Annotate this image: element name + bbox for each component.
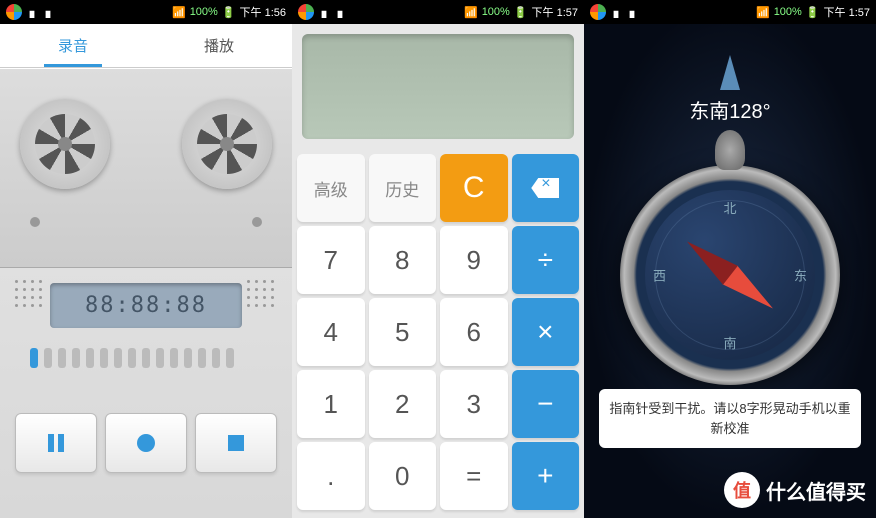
clock: 下午 1:57 — [532, 4, 578, 20]
key-2[interactable]: 2 — [369, 370, 437, 438]
key-0[interactable]: 0 — [369, 442, 437, 510]
stop-icon — [228, 435, 244, 451]
tape-guide — [252, 217, 262, 227]
signal-strength: 100% — [482, 6, 510, 18]
north-arrow-icon — [720, 45, 740, 90]
add-button[interactable]: + — [512, 442, 580, 510]
key-5[interactable]: 5 — [369, 298, 437, 366]
cardinal-south: 南 — [723, 333, 736, 352]
compass-crown — [715, 130, 745, 170]
heading-text: 东南128° — [689, 95, 770, 124]
app-icon — [6, 4, 22, 20]
cardinal-north: 北 — [723, 198, 736, 217]
pause-button[interactable] — [15, 413, 97, 473]
android-icon — [626, 6, 638, 18]
backspace-button[interactable] — [512, 154, 580, 222]
backspace-icon — [531, 178, 559, 198]
key-3[interactable]: 3 — [440, 370, 508, 438]
cardinal-east: 东 — [794, 266, 807, 285]
statusbar: 📶 100% 🔋 下午 1:57 — [292, 0, 584, 24]
compass-needle — [670, 225, 790, 326]
calc-display — [302, 34, 574, 139]
key-8[interactable]: 8 — [369, 226, 437, 294]
recorder-screen: 📶 100% 🔋 下午 1:56 录音 播放 88:88:88 — [0, 0, 292, 518]
controls — [0, 398, 292, 488]
battery-icon: 🔋 — [514, 6, 528, 19]
android-icon — [334, 6, 346, 18]
equals-button[interactable]: = — [440, 442, 508, 510]
watermark-badge: 值 — [724, 472, 760, 508]
record-icon — [137, 434, 155, 452]
tabs: 录音 播放 — [0, 24, 292, 68]
android-icon — [26, 6, 38, 18]
clock: 下午 1:57 — [824, 4, 870, 20]
android-icon — [42, 6, 54, 18]
battery-icon: 🔋 — [222, 6, 236, 19]
key-4[interactable]: 4 — [297, 298, 365, 366]
wifi-icon: 📶 — [464, 6, 478, 19]
calculator-screen: 📶 100% 🔋 下午 1:57 高级 历史 C 7 8 9 ÷ 4 5 6 × 1 … — [292, 0, 584, 518]
statusbar: 📶 100% 🔋 下午 1:57 — [584, 0, 876, 24]
signal-strength: 100% — [774, 6, 802, 18]
battery-icon: 🔋 — [806, 6, 820, 19]
wifi-icon: 📶 — [756, 6, 770, 19]
reel-left — [20, 99, 110, 189]
reel-right — [182, 99, 272, 189]
tab-play[interactable]: 播放 — [146, 24, 292, 67]
advanced-button[interactable]: 高级 — [297, 154, 365, 222]
timer-display: 88:88:88 — [50, 283, 242, 328]
key-9[interactable]: 9 — [440, 226, 508, 294]
android-icon — [318, 6, 330, 18]
calibration-alert: 指南针受到干扰。请以8字形晃动手机以重新校准 — [599, 389, 861, 448]
compass-dial: 北 南 东 西 — [620, 165, 840, 385]
level-meter — [30, 348, 262, 368]
wifi-icon: 📶 — [172, 6, 186, 19]
key-7[interactable]: 7 — [297, 226, 365, 294]
clear-button[interactable]: C — [440, 154, 508, 222]
speaker-grille — [247, 280, 277, 310]
app-icon — [590, 4, 606, 20]
android-icon — [610, 6, 622, 18]
watermark-text: 什么值得买 — [766, 476, 866, 505]
keypad: 高级 历史 C 7 8 9 ÷ 4 5 6 × 1 2 3 − . 0 = + — [292, 149, 584, 515]
record-button[interactable] — [105, 413, 187, 473]
history-button[interactable]: 历史 — [369, 154, 437, 222]
app-icon — [298, 4, 314, 20]
divide-button[interactable]: ÷ — [512, 226, 580, 294]
subtract-button[interactable]: − — [512, 370, 580, 438]
key-1[interactable]: 1 — [297, 370, 365, 438]
speaker-grille — [15, 280, 45, 310]
cardinal-west: 西 — [653, 266, 666, 285]
needle-north — [722, 265, 790, 325]
tape-guide — [30, 217, 40, 227]
multiply-button[interactable]: × — [512, 298, 580, 366]
signal-strength: 100% — [190, 6, 218, 18]
stop-button[interactable] — [195, 413, 277, 473]
clock: 下午 1:56 — [240, 4, 286, 20]
key-6[interactable]: 6 — [440, 298, 508, 366]
statusbar: 📶 100% 🔋 下午 1:56 — [0, 0, 292, 24]
needle-south — [670, 225, 738, 285]
compass-face: 北 南 东 西 — [645, 190, 815, 360]
tape-deck — [0, 68, 292, 268]
pause-icon — [48, 434, 64, 452]
tab-record[interactable]: 录音 — [0, 24, 146, 67]
watermark: 值 什么值得买 — [724, 472, 866, 508]
compass-screen: 📶 100% 🔋 下午 1:57 东南128° 北 南 东 西 指南针受到干扰。请以8… — [584, 0, 876, 518]
key-dot[interactable]: . — [297, 442, 365, 510]
